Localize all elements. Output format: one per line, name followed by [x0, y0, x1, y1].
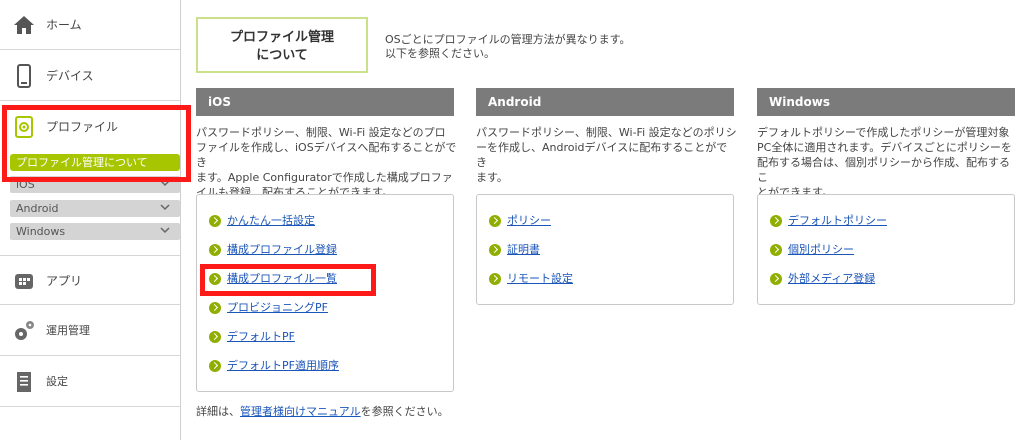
page-title-box: プロファイル管理 について [196, 17, 368, 73]
link-config-profile-register[interactable]: 構成プロファイル登録 [227, 242, 337, 258]
column-desc-ios: パスワードポリシー、制限、Wi-Fi 設定などのプロ ファイルを作成し、iOSデ… [196, 125, 458, 200]
sidebar-item-label: デバイス [46, 69, 94, 83]
arrow-bullet-icon [770, 244, 782, 256]
sidebar-item-operations[interactable]: 運用管理 [0, 306, 181, 356]
device-icon [17, 64, 31, 88]
home-icon [14, 16, 34, 34]
intro-line: 以下を参照ください。 [385, 47, 495, 60]
highlight-box-profile [2, 105, 191, 182]
arrow-bullet-icon [209, 302, 221, 314]
desc-line: パスワードポリシー、制限、Wi-Fi 設定などのプロ [196, 126, 446, 139]
settings-doc-icon [17, 372, 31, 392]
arrow-bullet-icon [209, 244, 221, 256]
footer-text: を参照ください。 [360, 405, 449, 418]
arrow-bullet-icon [489, 273, 501, 285]
arrow-bullet-icon [489, 244, 501, 256]
column-desc-windows: デフォルトポリシーで作成したポリシーが管理対象 PC全体に適用されます。デバイス… [757, 125, 1019, 200]
footer-text: 詳細は、 [196, 405, 240, 418]
column-header-windows: Windows [757, 88, 1015, 116]
sidebar-subitem-label: Windows [16, 225, 66, 238]
admin-manual-link[interactable]: 管理者様向けマニュアル [240, 405, 361, 418]
sidebar-subitem-label: Android [16, 202, 59, 215]
desc-line: ます。Apple Configuratorで作成した構成プロファ [196, 171, 453, 184]
sidebar-item-app[interactable]: アプリ [0, 255, 181, 305]
link-external-media[interactable]: 外部メディア登録 [788, 271, 875, 287]
sidebar-subitem-windows[interactable]: Windows [10, 223, 180, 240]
link-remote-settings[interactable]: リモート設定 [507, 271, 573, 287]
link-individual-policy[interactable]: 個別ポリシー [788, 242, 854, 258]
link-default-pf[interactable]: デフォルトPF [227, 329, 295, 345]
sidebar-item-label: ホーム [46, 18, 82, 32]
desc-line: ます。 [476, 171, 508, 184]
intro-line: OSごとにプロファイルの管理方法が異なります。 [385, 33, 631, 46]
link-box-android: ポリシー 証明書 リモート設定 [476, 194, 734, 305]
link-box-windows: デフォルトポリシー 個別ポリシー 外部メディア登録 [757, 194, 1015, 305]
intro-text: OSごとにプロファイルの管理方法が異なります。 以下を参照ください。 [385, 33, 631, 61]
gears-icon [15, 321, 34, 340]
page-title-line1: プロファイル管理 [229, 30, 334, 45]
desc-line: PC全体に適用されます。デバイスごとにポリシーを [757, 141, 1012, 154]
arrow-bullet-icon [770, 215, 782, 227]
desc-line: ファイルを作成し、iOSデバイスへ配布することができ [196, 141, 457, 169]
arrow-bullet-icon [489, 215, 501, 227]
desc-line: パスワードポリシー、制限、Wi-Fi 設定などのポリシ [476, 126, 737, 139]
arrow-bullet-icon [209, 360, 221, 372]
app-icon [15, 274, 33, 289]
chevron-down-icon [160, 204, 170, 211]
column-desc-android: パスワードポリシー、制限、Wi-Fi 設定などのポリシ ーを作成し、Androi… [476, 125, 738, 185]
sidebar-subitem-android[interactable]: Android [10, 200, 180, 217]
sidebar-item-device[interactable]: デバイス [0, 51, 181, 101]
desc-line: デフォルトポリシーで作成したポリシーが管理対象 [757, 126, 1010, 139]
desc-line: 配布する場合は、個別ポリシーから作成、配布するこ [757, 156, 1010, 184]
highlight-box-config-list [200, 264, 376, 296]
sidebar-item-home[interactable]: ホーム [0, 0, 181, 50]
desc-line: ーを作成し、Androidデバイスに配布することができ [476, 141, 728, 169]
sidebar-item-label: アプリ [46, 274, 83, 288]
column-header-android: Android [476, 88, 734, 116]
link-policy[interactable]: ポリシー [507, 213, 551, 229]
sidebar-item-label: 設定 [46, 375, 68, 388]
arrow-bullet-icon [770, 273, 782, 285]
column-header-ios: iOS [196, 88, 454, 116]
link-default-pf-order[interactable]: デフォルトPF適用順序 [227, 358, 339, 374]
link-provisioning-pf[interactable]: プロビジョニングPF [227, 300, 328, 316]
footer-note: 詳細は、管理者様向けマニュアルを参照ください。 [196, 403, 449, 419]
link-certificate[interactable]: 証明書 [507, 242, 540, 258]
sidebar-item-settings[interactable]: 設定 [0, 357, 181, 407]
sidebar: ホーム デバイス プロファイル プロファイル管理について iOS Android… [0, 0, 181, 440]
page-title-line2: について [256, 48, 308, 63]
link-default-policy[interactable]: デフォルトポリシー [788, 213, 887, 229]
chevron-down-icon [160, 227, 170, 234]
arrow-bullet-icon [209, 215, 221, 227]
sidebar-item-label: 運用管理 [46, 324, 90, 337]
link-kantan-ikkatsu[interactable]: かんたん一括設定 [227, 213, 315, 229]
arrow-bullet-icon [209, 331, 221, 343]
